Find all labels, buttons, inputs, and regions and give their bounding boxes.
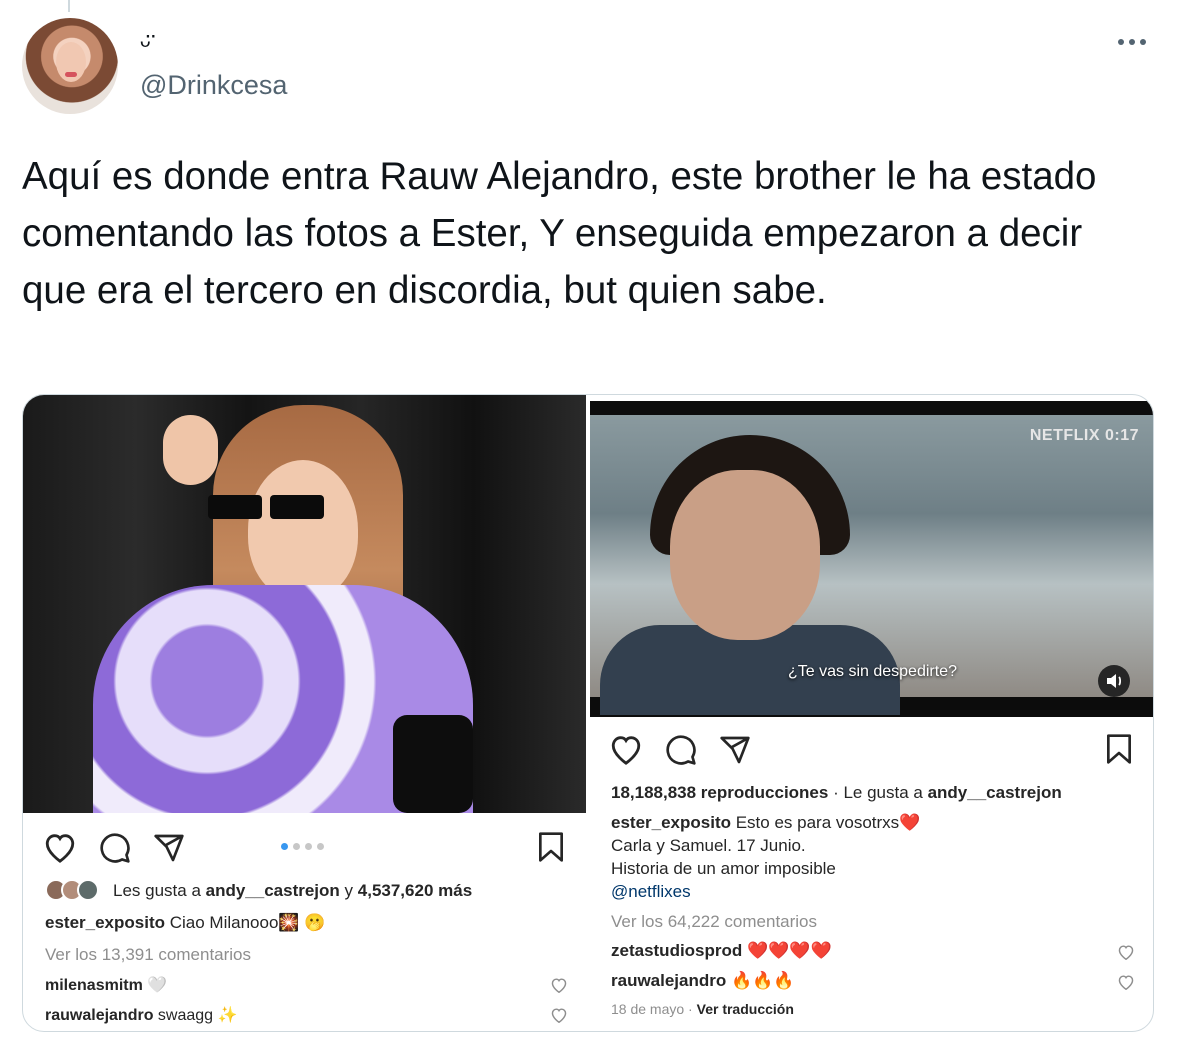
translate-link[interactable]: Ver traducción bbox=[697, 1001, 794, 1017]
avatar[interactable] bbox=[22, 18, 118, 114]
video-subtitle: ¿Te vas sin despedirte? bbox=[788, 663, 957, 680]
comment-row: rauwalejandro 🔥🔥🔥 bbox=[611, 971, 795, 990]
sound-toggle-button[interactable] bbox=[1098, 665, 1130, 697]
right-caption-line3: Historia de un amor imposible bbox=[611, 859, 836, 878]
media-grid[interactable]: Les gusta a andy__castrejon y 4,537,620 … bbox=[22, 394, 1154, 1032]
comment-like-heart-icon[interactable] bbox=[550, 977, 568, 993]
comment-row: zetastudiosprod ❤️❤️❤️❤️ bbox=[611, 941, 832, 960]
left-view-comments-link[interactable]: Ver los 13,391 comentarios bbox=[45, 945, 251, 965]
thread-line bbox=[68, 0, 70, 12]
share-icon[interactable] bbox=[719, 734, 751, 766]
speaker-icon bbox=[1107, 674, 1122, 688]
user-handle[interactable]: @Drinkcesa bbox=[140, 70, 287, 101]
carousel-dots bbox=[281, 843, 324, 850]
right-views: 18,188,838 reproducciones · Le gusta a a… bbox=[611, 783, 1062, 802]
comment-icon[interactable] bbox=[665, 734, 697, 766]
right-view-comments-link[interactable]: Ver los 64,222 comentarios bbox=[611, 912, 817, 932]
comment-row: milenasmitm 🤍 bbox=[45, 977, 168, 994]
right-caption-line2: Carla y Samuel. 17 Junio. bbox=[611, 836, 806, 855]
comment-row: rauwalejandro swaagg ✨ bbox=[45, 1007, 238, 1024]
right-caption-line1: ester_exposito Esto es para vosotrxs❤️ bbox=[611, 813, 921, 832]
display-name[interactable]: ᵕ̈ bbox=[140, 30, 151, 60]
comment-like-heart-icon[interactable] bbox=[550, 1007, 568, 1023]
more-options-icon[interactable] bbox=[1118, 32, 1152, 52]
tweet-text: Aquí es donde entra Rauw Alejandro, este… bbox=[22, 155, 1097, 312]
right-post-video[interactable]: NETFLIX 0:17 ¿Te vas sin despedirte? bbox=[590, 401, 1153, 717]
left-caption: ester_exposito Ciao Milanooo🎇 🫢 bbox=[45, 913, 326, 932]
left-post-photo[interactable] bbox=[23, 395, 586, 813]
avatar-lips bbox=[65, 72, 77, 77]
comment-like-heart-icon[interactable] bbox=[1117, 974, 1135, 990]
save-bookmark-icon[interactable] bbox=[537, 831, 565, 863]
comment-icon[interactable] bbox=[99, 832, 131, 864]
netflix-watermark: NETFLIX 0:17 bbox=[1029, 427, 1139, 444]
save-bookmark-icon[interactable] bbox=[1105, 733, 1133, 765]
left-likes: Les gusta a andy__castrejon y 4,537,620 … bbox=[113, 881, 473, 900]
like-heart-icon[interactable] bbox=[609, 733, 643, 765]
comment-like-heart-icon[interactable] bbox=[1117, 944, 1135, 960]
liked-by-avatars bbox=[45, 879, 105, 901]
like-heart-icon[interactable] bbox=[43, 831, 77, 863]
netflixes-mention-link[interactable]: @netflixes bbox=[611, 882, 691, 902]
share-icon[interactable] bbox=[153, 832, 185, 864]
post-date-row: 18 de mayo · Ver traducción bbox=[611, 1001, 794, 1017]
